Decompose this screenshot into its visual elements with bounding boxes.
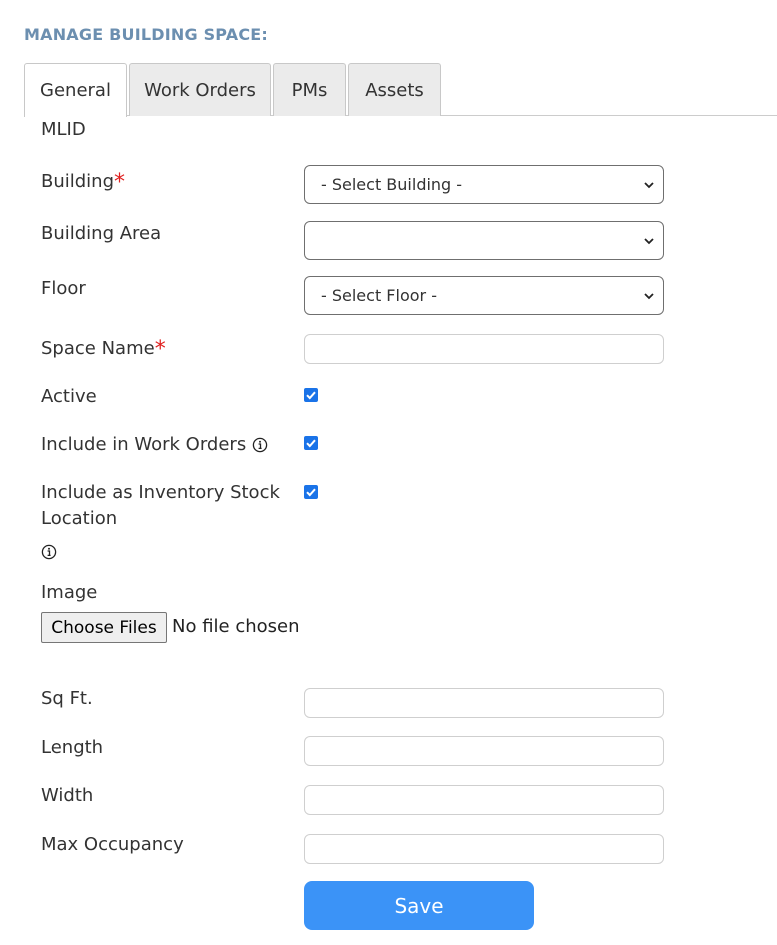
include-inventory-label: Include as Inventory Stock Location: [41, 482, 280, 529]
floor-select-value: - Select Floor -: [321, 286, 437, 305]
space-name-label: Space Name*: [41, 336, 166, 362]
checkmark-icon: [306, 488, 316, 497]
tab-assets[interactable]: Assets: [348, 63, 441, 116]
sq-ft-input[interactable]: [304, 688, 664, 718]
file-status: No file chosen: [172, 616, 300, 637]
building-select[interactable]: - Select Building -: [304, 165, 664, 204]
include-work-orders-label: Include in Work Orders: [41, 432, 268, 458]
building-label-text: Building: [41, 171, 115, 192]
building-label: Building*: [41, 169, 125, 195]
include-inventory-checkbox[interactable]: [304, 485, 318, 499]
checkmark-icon: [306, 391, 316, 400]
max-occupancy-input[interactable]: [304, 834, 664, 864]
include-work-orders-label-text: Include in Work Orders: [41, 434, 247, 455]
chevron-down-icon: [644, 237, 654, 244]
chevron-down-icon: [644, 181, 654, 188]
space-name-input[interactable]: [304, 334, 664, 364]
info-icon[interactable]: [252, 437, 268, 453]
building-area-label: Building Area: [41, 223, 162, 244]
floor-select[interactable]: - Select Floor -: [304, 276, 664, 315]
length-label: Length: [41, 737, 104, 758]
tab-bar: General Work Orders PMs Assets: [24, 63, 777, 117]
space-name-label-text: Space Name: [41, 338, 155, 359]
image-label: Image: [41, 582, 98, 603]
info-icon[interactable]: [41, 544, 57, 560]
length-input[interactable]: [304, 736, 664, 766]
chevron-down-icon: [644, 292, 654, 299]
page-title: MANAGE BUILDING SPACE:: [24, 25, 269, 44]
active-checkbox[interactable]: [304, 388, 318, 402]
save-button[interactable]: Save: [304, 881, 534, 930]
building-select-value: - Select Building -: [321, 175, 463, 194]
tab-work-orders[interactable]: Work Orders: [129, 63, 271, 116]
sq-ft-label: Sq Ft.: [41, 688, 93, 709]
tab-general[interactable]: General: [24, 63, 127, 117]
required-marker: *: [154, 337, 166, 362]
tab-pms[interactable]: PMs: [273, 63, 346, 116]
width-label: Width: [41, 785, 94, 806]
active-label: Active: [41, 386, 97, 407]
building-area-select[interactable]: [304, 221, 664, 260]
checkmark-icon: [306, 439, 316, 448]
choose-files-button[interactable]: Choose Files: [41, 612, 167, 643]
include-work-orders-checkbox[interactable]: [304, 436, 318, 450]
required-marker: *: [114, 170, 126, 195]
width-input[interactable]: [304, 785, 664, 815]
max-occupancy-label: Max Occupancy: [41, 834, 184, 855]
mlid-label: MLID: [41, 119, 86, 140]
floor-label: Floor: [41, 278, 86, 299]
